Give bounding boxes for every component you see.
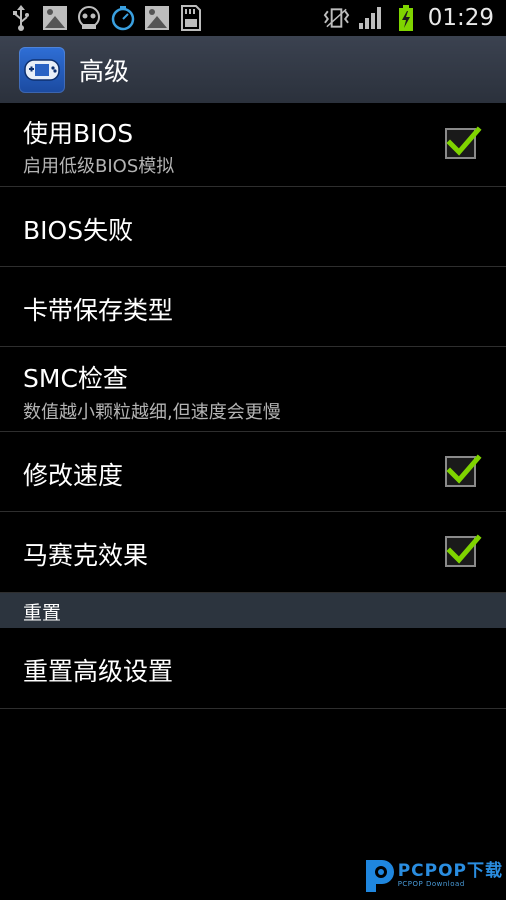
sd-card-icon — [177, 5, 204, 32]
action-bar: 高级 — [0, 36, 506, 103]
setting-summary: 启用低级BIOS模拟 — [23, 156, 175, 177]
modify-speed-checkbox[interactable] — [445, 454, 482, 487]
screen: 01:29 高级 使用BIOS 启用低级BIOS模拟 BIOS失败 卡带保存类型… — [0, 0, 506, 900]
notification-icons — [0, 5, 204, 32]
setting-modify-speed[interactable]: 修改速度 — [0, 432, 506, 512]
image-notification-icon — [41, 5, 68, 32]
checkmark-icon — [446, 126, 482, 156]
checkmark-icon — [446, 454, 482, 484]
watermark-text: PCPOP下载 PCPOP Download — [398, 862, 503, 888]
signal-icon — [358, 5, 385, 32]
image-notification-icon — [143, 5, 170, 32]
setting-title: 卡带保存类型 — [23, 296, 174, 325]
setting-mosaic-effect[interactable]: 马赛克效果 — [0, 512, 506, 593]
system-status-icons: 01:29 — [323, 4, 506, 32]
page-title: 高级 — [79, 56, 130, 86]
setting-title: BIOS失败 — [23, 216, 134, 245]
setting-title: SMC检查 — [23, 364, 128, 393]
usb-icon — [7, 5, 34, 32]
setting-title: 使用BIOS — [23, 119, 134, 148]
timer-icon — [109, 5, 136, 32]
vibrate-icon — [323, 5, 350, 32]
clock: 01:29 — [427, 5, 494, 31]
battery-charging-icon — [393, 4, 420, 32]
setting-reset-advanced[interactable]: 重置高级设置 — [0, 628, 506, 709]
mosaic-effect-checkbox[interactable] — [445, 534, 482, 567]
setting-summary: 数值越小颗粒越细,但速度会更慢 — [23, 402, 281, 423]
watermark-main: PCPOP下载 — [397, 861, 503, 881]
status-bar: 01:29 — [0, 0, 506, 36]
setting-smc-check[interactable]: SMC检查 数值越小颗粒越细,但速度会更慢 — [0, 347, 506, 432]
pcpop-watermark: PCPOP下载 PCPOP Download — [362, 856, 503, 894]
use-bios-checkbox[interactable] — [445, 126, 482, 159]
setting-title: 重置高级设置 — [23, 657, 174, 686]
gba-emulator-app-icon[interactable] — [19, 46, 65, 93]
pcpop-logo-icon — [365, 860, 394, 892]
game-notification-icon — [75, 5, 102, 32]
setting-title: 修改速度 — [23, 461, 124, 490]
watermark-sub: PCPOP Download — [397, 880, 465, 888]
settings-list: 使用BIOS 启用低级BIOS模拟 BIOS失败 卡带保存类型 SMC检查 数值… — [0, 103, 506, 709]
setting-title: 马赛克效果 — [23, 541, 149, 570]
section-header-label: 重置 — [23, 602, 62, 624]
setting-bios-fail[interactable]: BIOS失败 — [0, 187, 506, 267]
section-header-reset: 重置 — [0, 593, 506, 628]
setting-cart-save-type[interactable]: 卡带保存类型 — [0, 267, 506, 347]
setting-use-bios[interactable]: 使用BIOS 启用低级BIOS模拟 — [0, 103, 506, 187]
checkmark-icon — [446, 534, 482, 564]
